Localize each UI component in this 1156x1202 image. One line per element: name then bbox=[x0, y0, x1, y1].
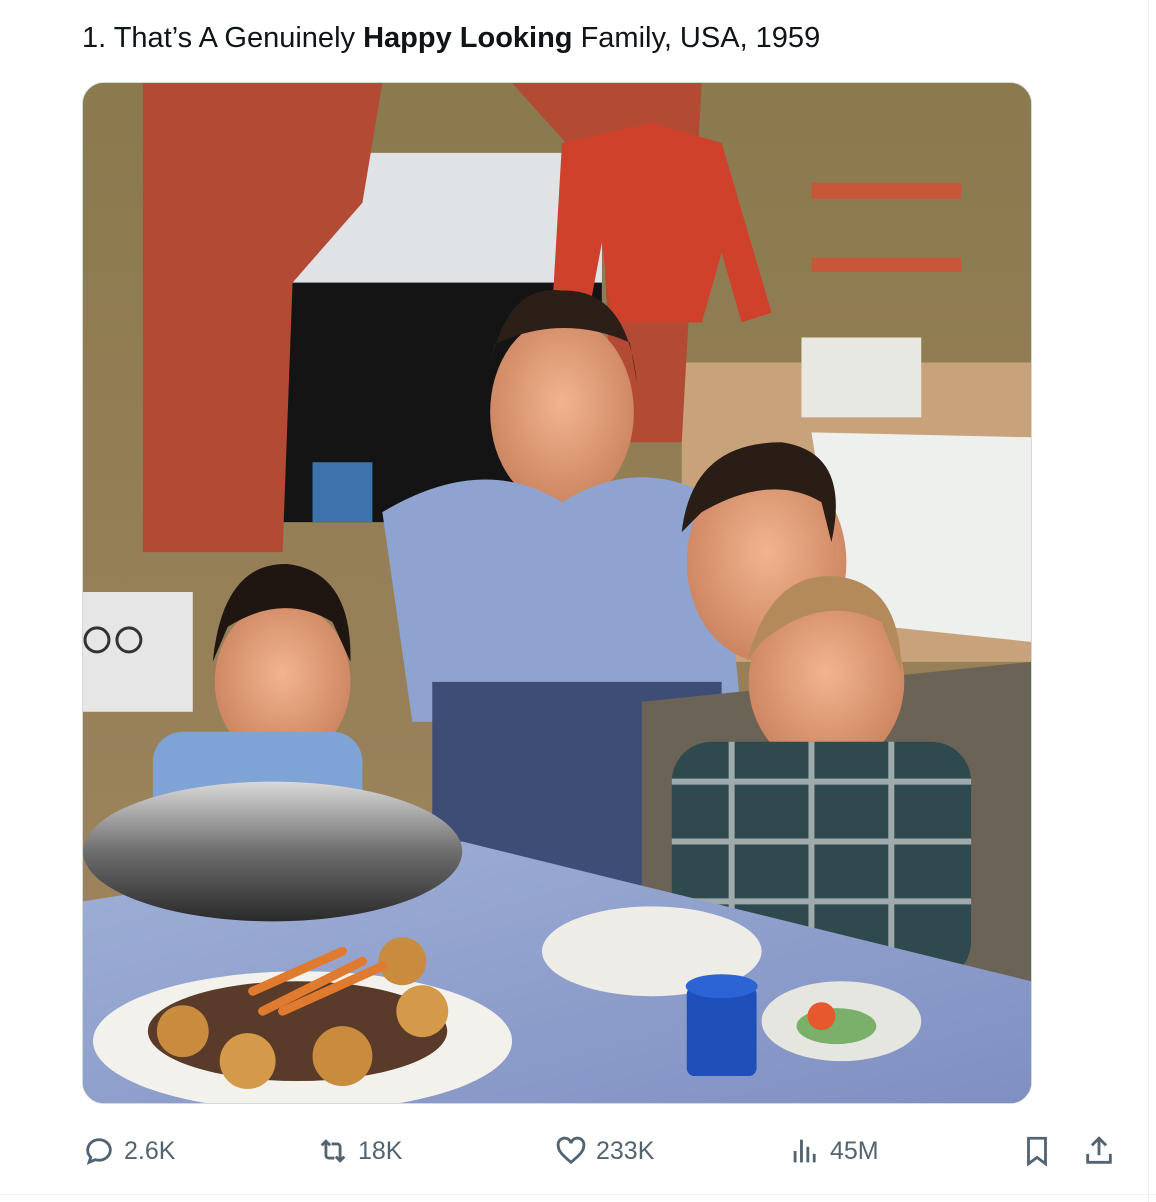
like-count: 233K bbox=[596, 1136, 655, 1165]
share-icon bbox=[1086, 1136, 1112, 1164]
reply-icon bbox=[86, 1138, 112, 1165]
retweet-icon bbox=[320, 1139, 346, 1163]
tweet-text: 1. That’s A Genuinely Happy Looking Fami… bbox=[82, 18, 1082, 58]
reply-count: 2.6K bbox=[124, 1136, 176, 1165]
family-photo-image bbox=[83, 83, 1031, 1103]
retweet-button[interactable]: 18K bbox=[316, 1126, 402, 1176]
tweet-text-bold: Happy Looking bbox=[363, 22, 573, 54]
reply-button[interactable]: 2.6K bbox=[82, 1126, 175, 1176]
bookmark-button[interactable] bbox=[1020, 1126, 1054, 1176]
tweet-photo[interactable] bbox=[82, 82, 1032, 1104]
tweet-action-bar: 2.6K 18K 233K 45M bbox=[82, 1126, 1122, 1176]
like-button[interactable]: 233K bbox=[554, 1126, 654, 1176]
views-icon bbox=[793, 1139, 816, 1163]
tweet-text-prefix: 1. That’s A Genuinely bbox=[82, 22, 364, 54]
bookmark-icon bbox=[1027, 1136, 1047, 1167]
tweet-text-suffix: Family, USA, 1959 bbox=[572, 22, 821, 54]
heart-icon bbox=[556, 1136, 586, 1165]
share-button[interactable] bbox=[1082, 1126, 1116, 1176]
tweet-divider bbox=[0, 1194, 1156, 1195]
retweet-count: 18K bbox=[358, 1136, 403, 1165]
views-button[interactable]: 45M bbox=[788, 1126, 879, 1176]
views-count: 45M bbox=[830, 1136, 879, 1165]
column-divider bbox=[1148, 0, 1149, 1202]
